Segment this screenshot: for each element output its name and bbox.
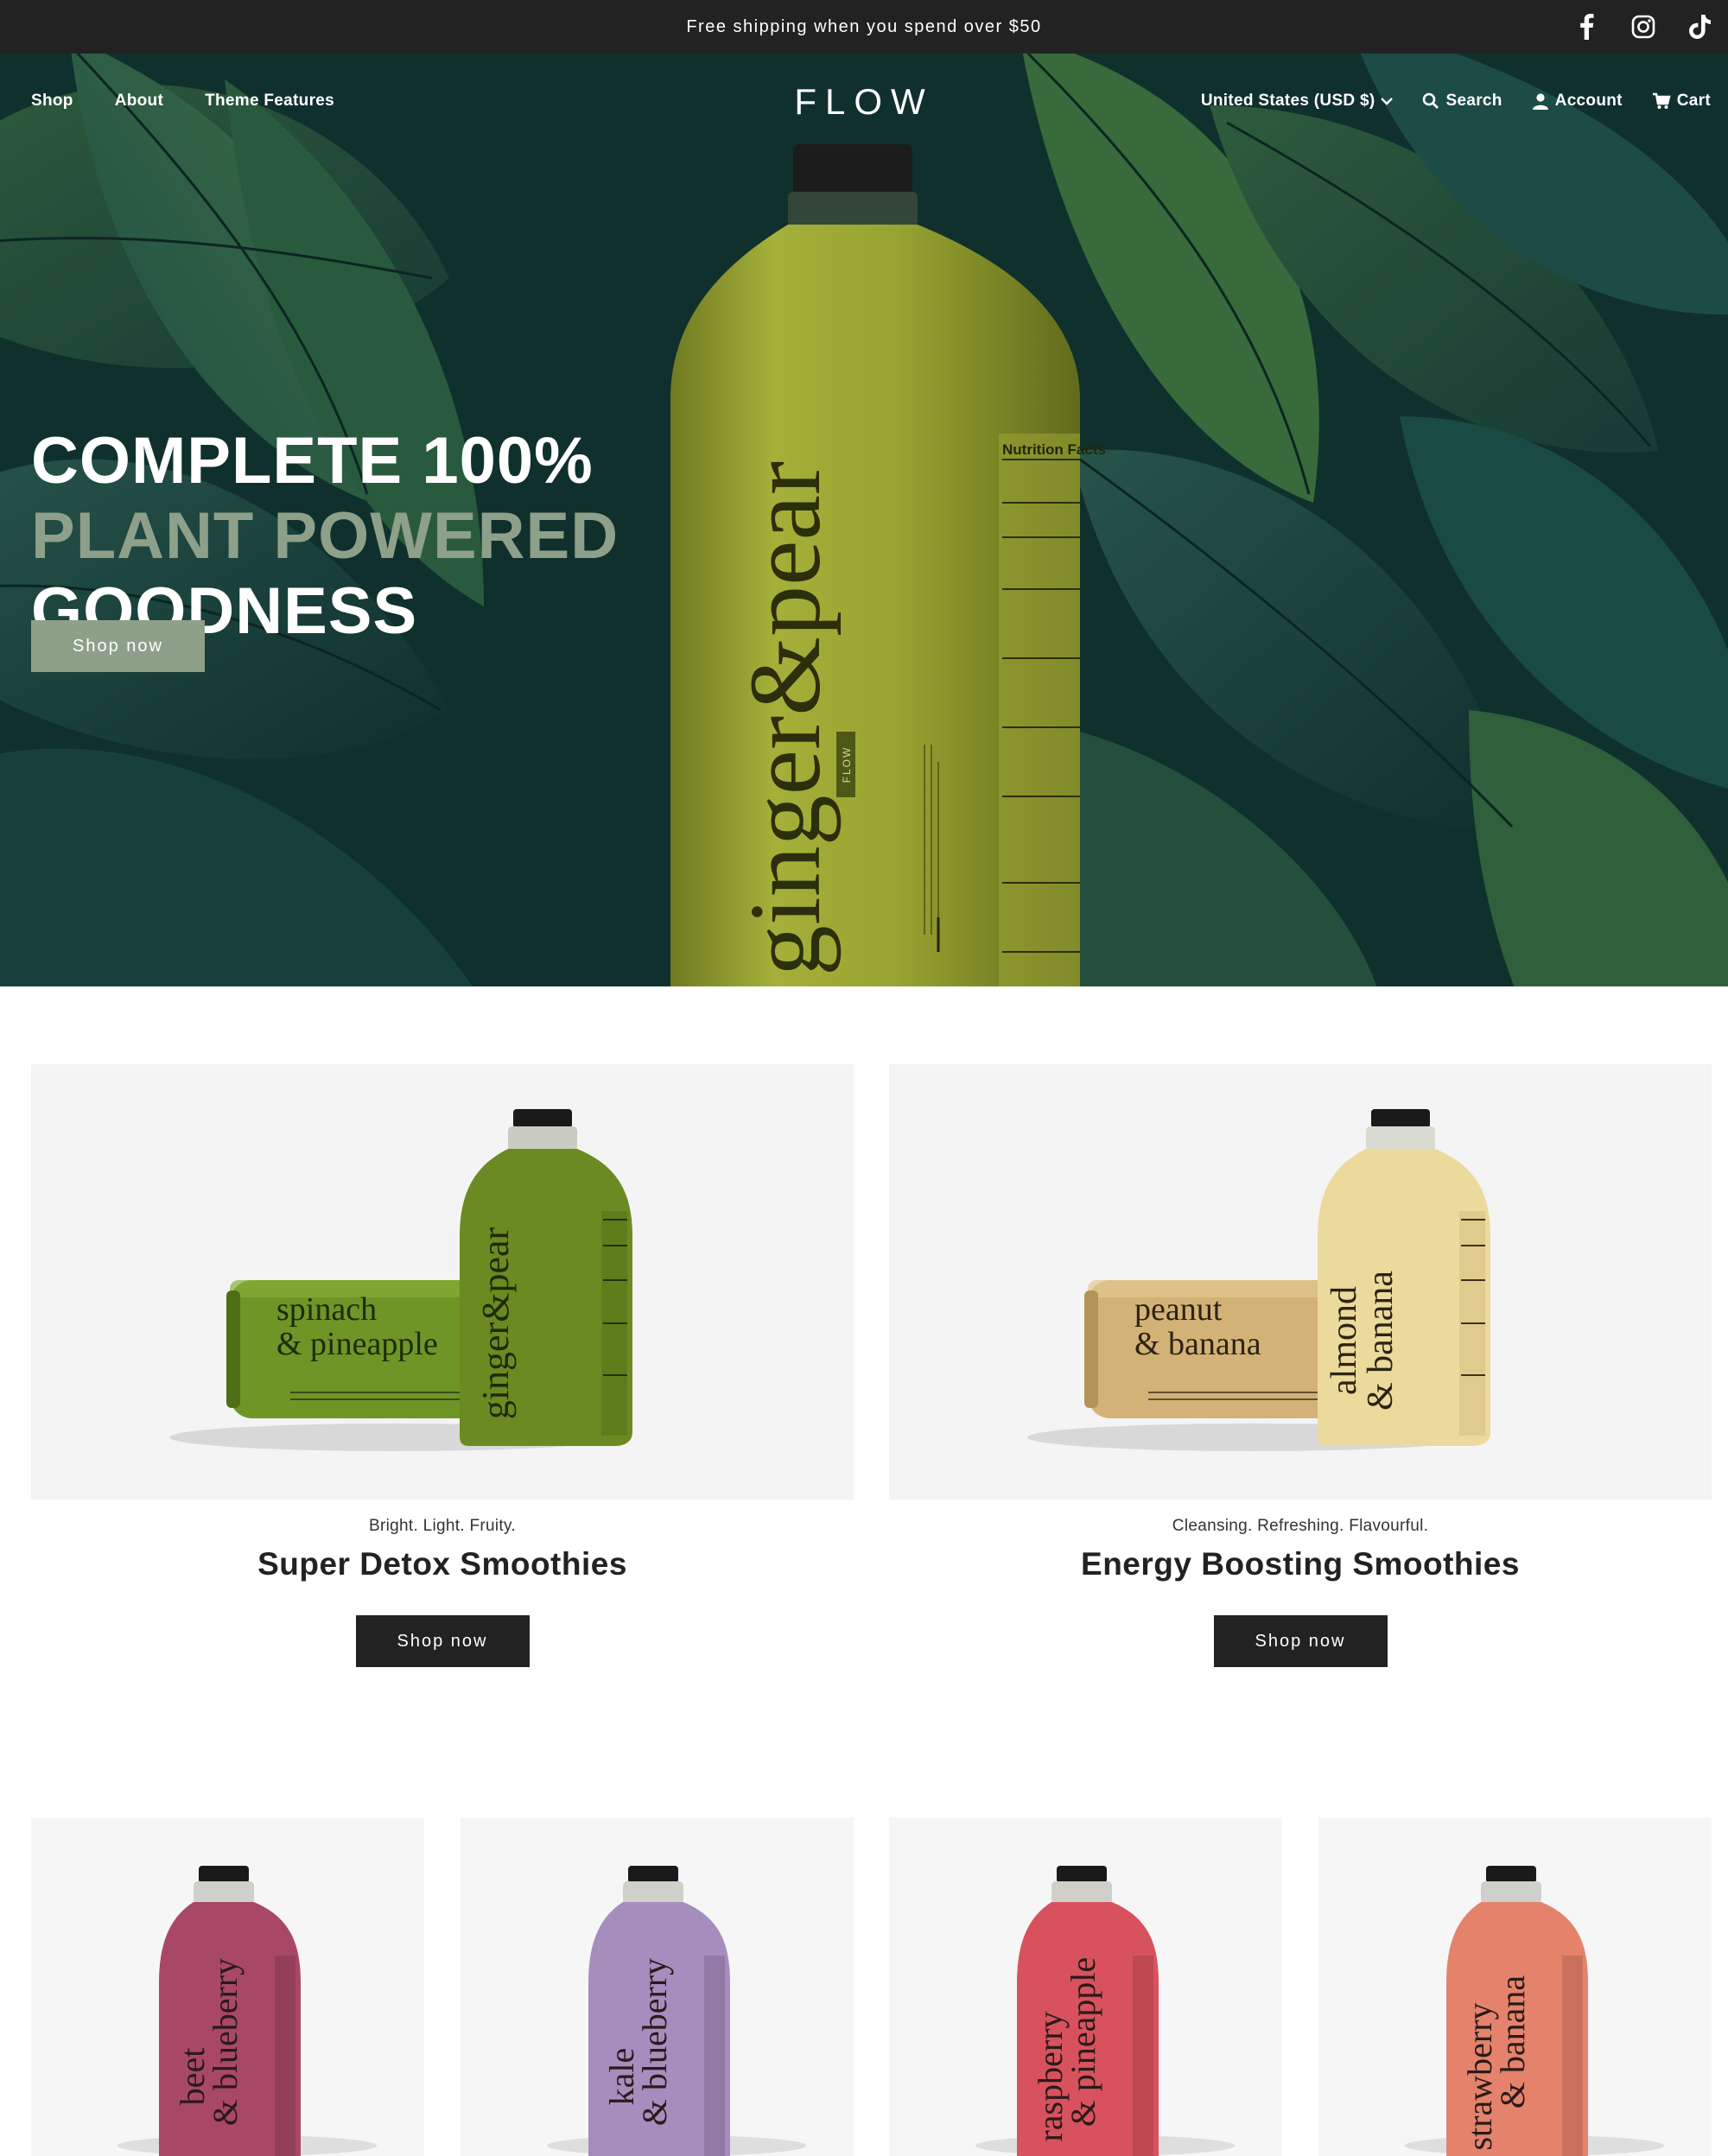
hero-headline: COMPLETE 100% PLANT POWERED GOODNESS: [31, 423, 619, 649]
hero-title-line2: PLANT POWERED: [31, 499, 619, 573]
hero-title-line1: COMPLETE 100%: [31, 424, 594, 498]
collection-shop-now-button[interactable]: Shop now: [1213, 1615, 1388, 1667]
collection-image[interactable]: spinach & pineapple ginger&pear: [31, 1064, 854, 1500]
account-link[interactable]: Account: [1532, 92, 1623, 111]
lying-label-line1: peanut: [1134, 1291, 1223, 1328]
product-label-line2: & blueberry: [635, 1958, 674, 2126]
cart-label: Cart: [1676, 92, 1711, 110]
product-label-line2: & banana: [1493, 1975, 1532, 2109]
bottles-image: peanut & banana almond & banana: [1027, 1109, 1490, 1451]
product-card[interactable]: kale & blueberry: [461, 1817, 854, 2156]
collection-shop-now-button[interactable]: Shop now: [355, 1615, 530, 1667]
search-label: Search: [1445, 92, 1502, 110]
product-image: raspberry & pineapple: [975, 1866, 1235, 2156]
nutrition-facts-label: Nutrition Facts: [1002, 441, 1106, 458]
header-actions: United States (USD $) Search Account Car…: [1201, 92, 1711, 111]
bottles-image: spinach & pineapple ginger&pear: [169, 1109, 632, 1451]
announcement-text: Free shipping when you spend over $50: [686, 17, 1042, 36]
collection-tagline: Cleansing. Refreshing. Flavourful.: [1172, 1517, 1429, 1535]
product-card[interactable]: beet & blueberry: [31, 1817, 424, 2156]
collection-title[interactable]: Energy Boosting Smoothies: [889, 1546, 1712, 1582]
product-image: beet & blueberry: [118, 1866, 377, 2156]
collection-tagline: Bright. Light. Fruity.: [369, 1517, 516, 1535]
currency-label: United States (USD $): [1200, 92, 1375, 110]
standing-label-line2: & banana: [1361, 1271, 1401, 1411]
lying-label-line1: spinach: [276, 1291, 377, 1328]
social-links: [1571, 0, 1728, 54]
cart-icon: [1652, 92, 1671, 109]
collection-energy-boosting: peanut & banana almond & banana Cleansin…: [889, 1064, 1712, 1667]
collection-super-detox: spinach & pineapple ginger&pear Bright. …: [31, 1064, 854, 1667]
product-image: strawberry & banana: [1405, 1866, 1664, 2156]
product-image: kale & blueberry: [547, 1866, 806, 2156]
account-label: Account: [1554, 92, 1623, 110]
cart-link[interactable]: Cart: [1652, 92, 1711, 111]
account-icon: [1532, 93, 1548, 110]
product-card[interactable]: strawberry & banana: [1318, 1817, 1712, 2156]
lying-label-line2: & pineapple: [276, 1326, 438, 1362]
search-icon: [1423, 92, 1439, 109]
hero-banner: Nutrition Facts FLOW ginger&pear COMPLET…: [0, 54, 1728, 986]
instagram-icon[interactable]: [1628, 11, 1659, 42]
tiktok-icon[interactable]: [1685, 11, 1716, 42]
product-label-line2: & pineapple: [1064, 1957, 1102, 2127]
hero-shop-now-button[interactable]: Shop now: [31, 620, 205, 672]
lying-label-line2: & banana: [1134, 1326, 1261, 1362]
standing-label: ginger&pear: [474, 1227, 517, 1419]
facebook-icon[interactable]: [1571, 11, 1602, 42]
standing-label-line1: almond: [1325, 1286, 1364, 1395]
product-label-line2: & blueberry: [206, 1958, 245, 2126]
announcement-bar: Free shipping when you spend over $50: [0, 0, 1728, 54]
chevron-down-icon: [1381, 98, 1394, 105]
bottle-label: ginger&pear: [728, 461, 842, 976]
collection-title[interactable]: Super Detox Smoothies: [31, 1546, 854, 1582]
collection-image[interactable]: peanut & banana almond & banana: [889, 1064, 1712, 1500]
currency-selector[interactable]: United States (USD $): [1201, 92, 1394, 111]
search-link[interactable]: Search: [1422, 92, 1502, 111]
bottle-brand: FLOW: [841, 746, 853, 783]
product-card[interactable]: raspberry & pineapple: [889, 1817, 1282, 2156]
